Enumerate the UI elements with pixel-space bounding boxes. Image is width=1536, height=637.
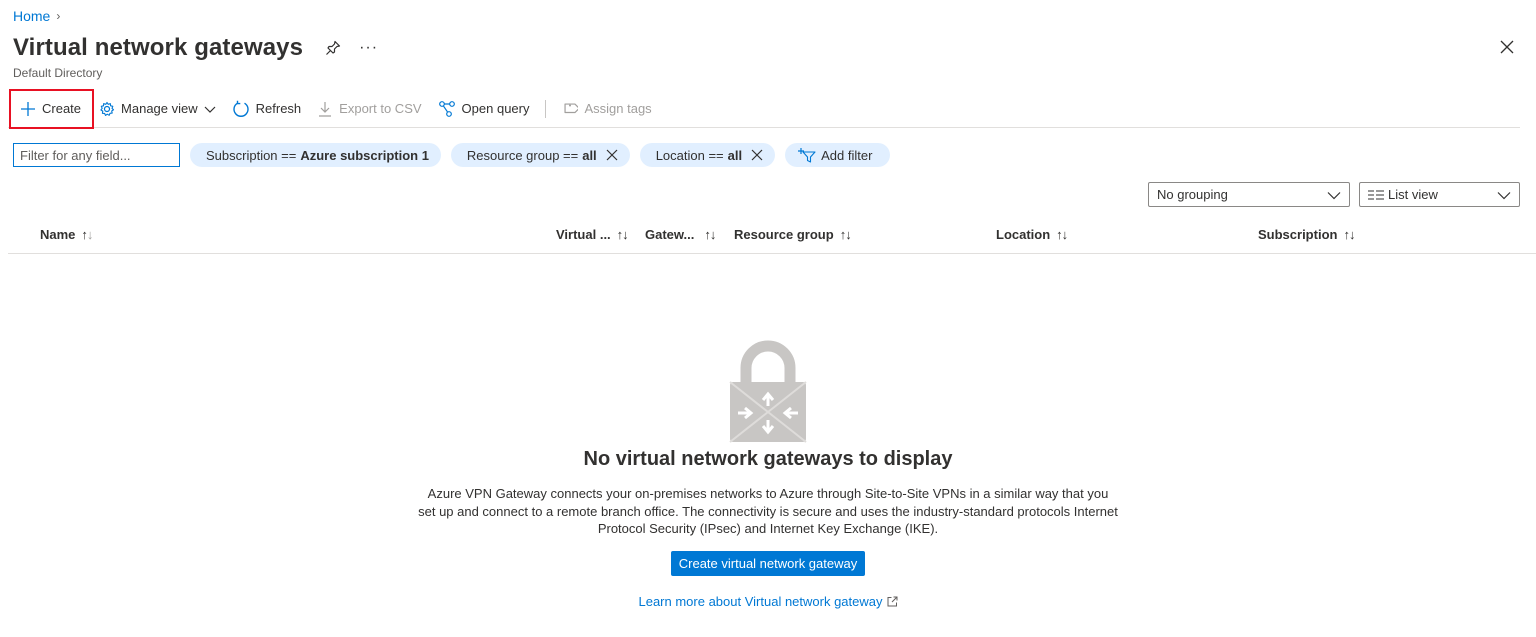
learn-more-link[interactable]: Learn more about Virtual network gateway bbox=[638, 594, 897, 609]
query-icon bbox=[438, 100, 456, 118]
list-view-icon bbox=[1368, 189, 1384, 201]
sort-icon: ↑↓ bbox=[81, 227, 93, 242]
assign-tags-label: Assign tags bbox=[584, 101, 652, 116]
empty-state-title: No virtual network gateways to display bbox=[583, 448, 953, 470]
manage-view-label: Manage view bbox=[121, 101, 198, 116]
view-controls: No grouping List view bbox=[1148, 182, 1520, 207]
tag-icon bbox=[562, 101, 579, 117]
column-header-gateway-type[interactable]: Gatew... ↑↓ bbox=[645, 227, 716, 242]
create-virtual-network-gateway-button[interactable]: Create virtual network gateway bbox=[670, 550, 866, 576]
chevron-down-icon bbox=[1327, 188, 1341, 202]
refresh-label: Refresh bbox=[255, 101, 302, 116]
column-header-resource-group[interactable]: Resource group ↑↓ bbox=[734, 227, 852, 242]
column-header-subscription[interactable]: Subscription ↑↓ bbox=[1258, 227, 1355, 242]
empty-state-description: Azure VPN Gateway connects your on-premi… bbox=[418, 486, 1118, 536]
grouping-dropdown[interactable]: No grouping bbox=[1148, 182, 1350, 207]
close-icon[interactable] bbox=[1500, 40, 1514, 59]
table-header: Name ↑↓ Virtual ... ↑↓ Gatew... ↑↓ Resou… bbox=[8, 222, 1536, 254]
plus-icon bbox=[20, 101, 36, 117]
resource-group-filter-label: Resource group == bbox=[466, 147, 579, 163]
manage-view-button[interactable]: Manage view bbox=[91, 92, 224, 126]
location-filter-pill[interactable]: Location == all bbox=[639, 143, 776, 167]
resource-group-filter-pill[interactable]: Resource group == all bbox=[450, 143, 630, 167]
close-icon[interactable] bbox=[606, 149, 618, 161]
grouping-value: No grouping bbox=[1157, 187, 1228, 202]
sort-icon: ↑↓ bbox=[839, 227, 852, 242]
close-icon[interactable] bbox=[751, 149, 763, 161]
assign-tags-button[interactable]: Assign tags bbox=[554, 92, 659, 126]
filter-row: Subscription == Azure subscription 1 Res… bbox=[13, 143, 891, 167]
subscription-filter-value: Azure subscription 1 bbox=[300, 147, 429, 163]
refresh-button[interactable]: Refresh bbox=[224, 92, 310, 126]
add-filter-label: Add filter bbox=[821, 147, 873, 163]
download-icon bbox=[317, 101, 333, 117]
refresh-icon bbox=[232, 100, 250, 118]
sort-icon: ↑↓ bbox=[1343, 227, 1355, 242]
filter-input[interactable] bbox=[13, 143, 180, 167]
title-row: Virtual network gateways ··· bbox=[13, 34, 378, 62]
breadcrumb: Home › bbox=[13, 8, 60, 24]
view-dropdown[interactable]: List view bbox=[1359, 182, 1520, 207]
external-link-icon bbox=[887, 596, 898, 607]
location-filter-value: all bbox=[727, 147, 743, 163]
chevron-down-icon bbox=[204, 103, 216, 115]
page-title: Virtual network gateways bbox=[13, 34, 304, 61]
sort-icon: ↑↓ bbox=[1056, 227, 1068, 242]
add-filter-button[interactable]: Add filter bbox=[785, 143, 891, 167]
create-label: Create bbox=[42, 101, 82, 116]
create-button[interactable]: Create bbox=[8, 88, 94, 129]
sort-icon: ↑↓ bbox=[704, 227, 716, 242]
add-filter-icon bbox=[797, 147, 817, 163]
chevron-right-icon: › bbox=[56, 9, 61, 23]
chevron-down-icon bbox=[1497, 188, 1511, 202]
column-header-virtual-network[interactable]: Virtual ... ↑↓ bbox=[556, 227, 629, 242]
open-query-label: Open query bbox=[461, 101, 530, 116]
export-csv-button[interactable]: Export to CSV bbox=[309, 92, 429, 126]
column-header-location[interactable]: Location ↑↓ bbox=[996, 227, 1068, 242]
pin-icon[interactable] bbox=[325, 40, 341, 56]
export-csv-label: Export to CSV bbox=[339, 101, 422, 116]
toolbar-divider bbox=[545, 99, 547, 118]
vpn-lock-icon bbox=[728, 340, 808, 444]
open-query-button[interactable]: Open query bbox=[430, 92, 538, 126]
subscription-filter-label: Subscription == bbox=[206, 147, 297, 163]
empty-state: No virtual network gateways to display A… bbox=[0, 340, 1536, 611]
page-subtitle: Default Directory bbox=[13, 66, 103, 80]
subscription-filter-pill[interactable]: Subscription == Azure subscription 1 bbox=[190, 143, 441, 167]
sort-icon: ↑↓ bbox=[616, 227, 629, 242]
resource-group-filter-value: all bbox=[582, 147, 597, 163]
column-header-name[interactable]: Name ↑↓ bbox=[40, 227, 93, 242]
view-value: List view bbox=[1388, 187, 1438, 202]
breadcrumb-home-link[interactable]: Home bbox=[13, 8, 50, 24]
learn-more-label: Learn more about Virtual network gateway bbox=[638, 593, 883, 609]
command-bar: Create Manage view Refresh Export to CSV… bbox=[8, 88, 1520, 129]
location-filter-label: Location == bbox=[655, 147, 724, 163]
gear-icon bbox=[99, 101, 115, 117]
more-options-icon[interactable]: ··· bbox=[359, 39, 378, 57]
